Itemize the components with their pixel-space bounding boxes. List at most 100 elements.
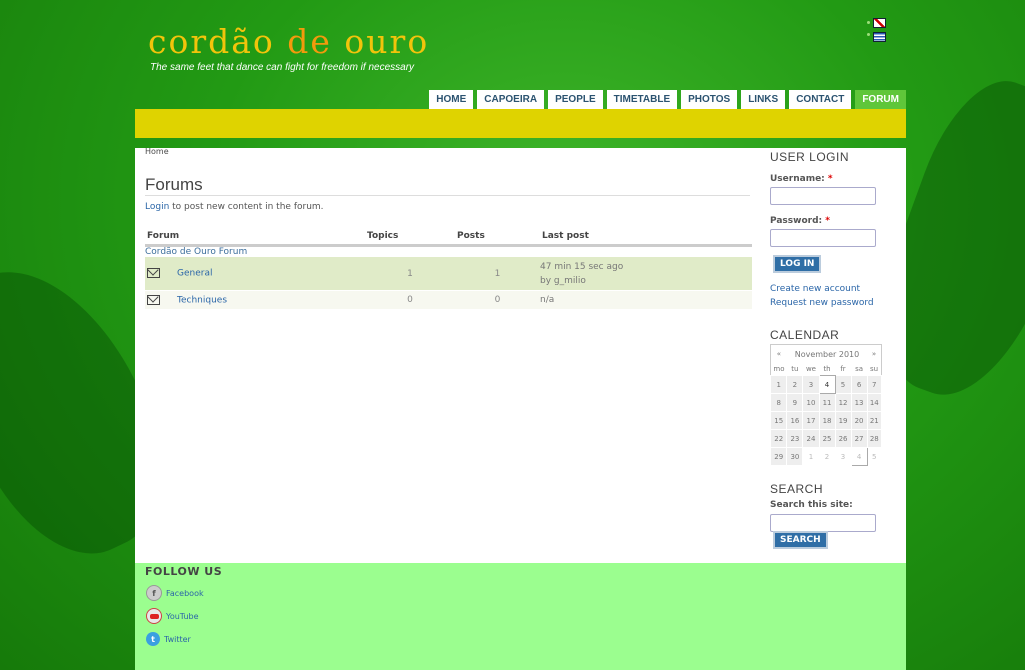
follow-us-title: FOLLOW US: [145, 565, 223, 578]
facebook-label: Facebook: [166, 588, 204, 598]
calendar-day[interactable]: 28: [866, 429, 883, 448]
calendar-day[interactable]: 29: [769, 447, 788, 466]
calendar-day[interactable]: 8: [769, 393, 788, 412]
last-post: 47 min 15 sec ago by g_milio: [540, 257, 752, 291]
calendar-month: November 2010: [794, 349, 860, 359]
facebook-icon: f: [146, 585, 162, 601]
weekday: th: [823, 365, 831, 373]
calendar-day[interactable]: 23: [786, 429, 804, 448]
calendar-day[interactable]: 27: [850, 429, 868, 448]
calendar-day[interactable]: 3: [802, 375, 820, 394]
calendar-day[interactable]: 16: [786, 411, 804, 430]
calendar-day[interactable]: 26: [834, 429, 852, 448]
required-marker: *: [827, 174, 833, 184]
facebook-link[interactable]: f Facebook: [146, 585, 204, 601]
calendar-day[interactable]: 11: [818, 393, 836, 412]
create-account-link[interactable]: Create new account: [770, 284, 860, 294]
youtube-link[interactable]: YouTube: [146, 608, 199, 624]
calendar-day[interactable]: 7: [866, 375, 883, 394]
calendar-day[interactable]: 22: [769, 429, 788, 448]
last-post-author: by g_milio: [540, 275, 586, 286]
nav-timetable[interactable]: TIMETABLE: [606, 90, 678, 109]
twitter-label: Twitter: [164, 634, 191, 644]
search-title: SEARCH: [770, 482, 824, 496]
calendar-next[interactable]: »: [867, 345, 881, 364]
page-title: Forums: [145, 175, 203, 194]
posts-count: 0: [455, 290, 540, 309]
nav-forum[interactable]: FORUM: [855, 90, 906, 109]
calendar-day[interactable]: 6: [850, 375, 868, 394]
calendar-day-other-month[interactable]: 5: [866, 447, 883, 466]
calendar-day[interactable]: 30: [786, 447, 804, 466]
request-password-link[interactable]: Request new password: [770, 298, 874, 308]
twitter-link[interactable]: t Twitter: [146, 632, 191, 646]
login-prompt-text: to post new content in the forum.: [169, 202, 324, 212]
password-label-text: Password:: [770, 216, 823, 226]
calendar-day[interactable]: 13: [850, 393, 868, 412]
nav-contact[interactable]: CONTACT: [789, 90, 852, 109]
nav-capoeira[interactable]: CAPOEIRA: [477, 90, 545, 109]
search-button[interactable]: SEARCH: [773, 531, 828, 549]
username-label-text: Username:: [770, 174, 825, 184]
calendar-day[interactable]: 15: [769, 411, 788, 430]
header-last-post: Last post: [540, 229, 752, 247]
calendar-day-other-month[interactable]: 4: [850, 447, 868, 466]
category-row: Cordão de Ouro Forum: [145, 246, 752, 257]
envelope-icon: [147, 268, 160, 279]
search-input[interactable]: [770, 514, 876, 532]
category-name[interactable]: Cordão de Ouro Forum: [145, 246, 752, 257]
header-bar: [135, 109, 906, 138]
calendar-day[interactable]: 14: [866, 393, 883, 412]
calendar-day[interactable]: 12: [834, 393, 852, 412]
calendar-day[interactable]: 19: [834, 411, 852, 430]
calendar-day[interactable]: 5: [834, 375, 852, 394]
forum-link-techniques[interactable]: Techniques: [177, 295, 227, 305]
calendar-day[interactable]: 17: [802, 411, 820, 430]
weekday: fr: [840, 365, 846, 373]
calendar-day[interactable]: 9: [786, 393, 804, 412]
breadcrumb-home[interactable]: Home: [145, 147, 169, 156]
calendar-day[interactable]: 24: [802, 429, 820, 448]
nav-photos[interactable]: PHOTOS: [681, 90, 738, 109]
calendar-day[interactable]: 10: [802, 393, 820, 412]
search-label: Search this site:: [770, 500, 853, 510]
calendar-day-other-month[interactable]: 1: [802, 447, 820, 466]
weekday: tu: [791, 365, 799, 373]
calendar-week: 29 30 1 2 3 4 5: [769, 447, 883, 466]
table-header: Forum Topics Posts Last post: [145, 229, 752, 247]
login-link[interactable]: Login: [145, 202, 169, 212]
calendar-day[interactable]: 1: [769, 375, 788, 394]
nav-home[interactable]: HOME: [429, 90, 474, 109]
calendar-day[interactable]: 18: [818, 411, 836, 430]
header-topics: Topics: [365, 229, 455, 247]
calendar-day-other-month[interactable]: 2: [818, 447, 836, 466]
login-prompt: Login to post new content in the forum.: [145, 202, 324, 212]
username-input[interactable]: [770, 187, 876, 205]
topics-count: 0: [365, 290, 455, 309]
calendar: « November 2010 » mo tu we th fr sa su 1…: [769, 344, 883, 466]
nav-links[interactable]: LINKS: [741, 90, 786, 109]
nav-people[interactable]: PEOPLE: [548, 90, 603, 109]
user-login-title: USER LOGIN: [770, 150, 850, 164]
calendar-day-today[interactable]: 4: [818, 375, 836, 394]
table-row: Techniques 0 0 n/a: [145, 290, 752, 309]
calendar-header: « November 2010 »: [771, 345, 882, 364]
forum-link-general[interactable]: General: [177, 269, 212, 279]
calendar-week: 1 2 3 4 5 6 7: [769, 375, 883, 394]
main-nav: HOME CAPOEIRA PEOPLE TIMETABLE PHOTOS LI…: [425, 90, 906, 109]
calendar-day[interactable]: 20: [850, 411, 868, 430]
calendar-day-other-month[interactable]: 3: [834, 447, 852, 466]
weekday: mo: [773, 365, 785, 373]
required-marker: *: [825, 216, 830, 226]
login-button[interactable]: LOG IN: [773, 255, 822, 273]
header-posts: Posts: [455, 229, 540, 247]
username-label: Username: *: [770, 174, 833, 184]
password-input[interactable]: [770, 229, 876, 247]
calendar-day[interactable]: 2: [786, 375, 804, 394]
calendar-week: 22 23 24 25 26 27 28: [769, 429, 883, 448]
youtube-icon: [146, 608, 162, 624]
calendar-day[interactable]: 25: [818, 429, 836, 448]
calendar-prev[interactable]: «: [771, 345, 787, 364]
calendar-day[interactable]: 21: [866, 411, 883, 430]
footer: [135, 563, 906, 670]
